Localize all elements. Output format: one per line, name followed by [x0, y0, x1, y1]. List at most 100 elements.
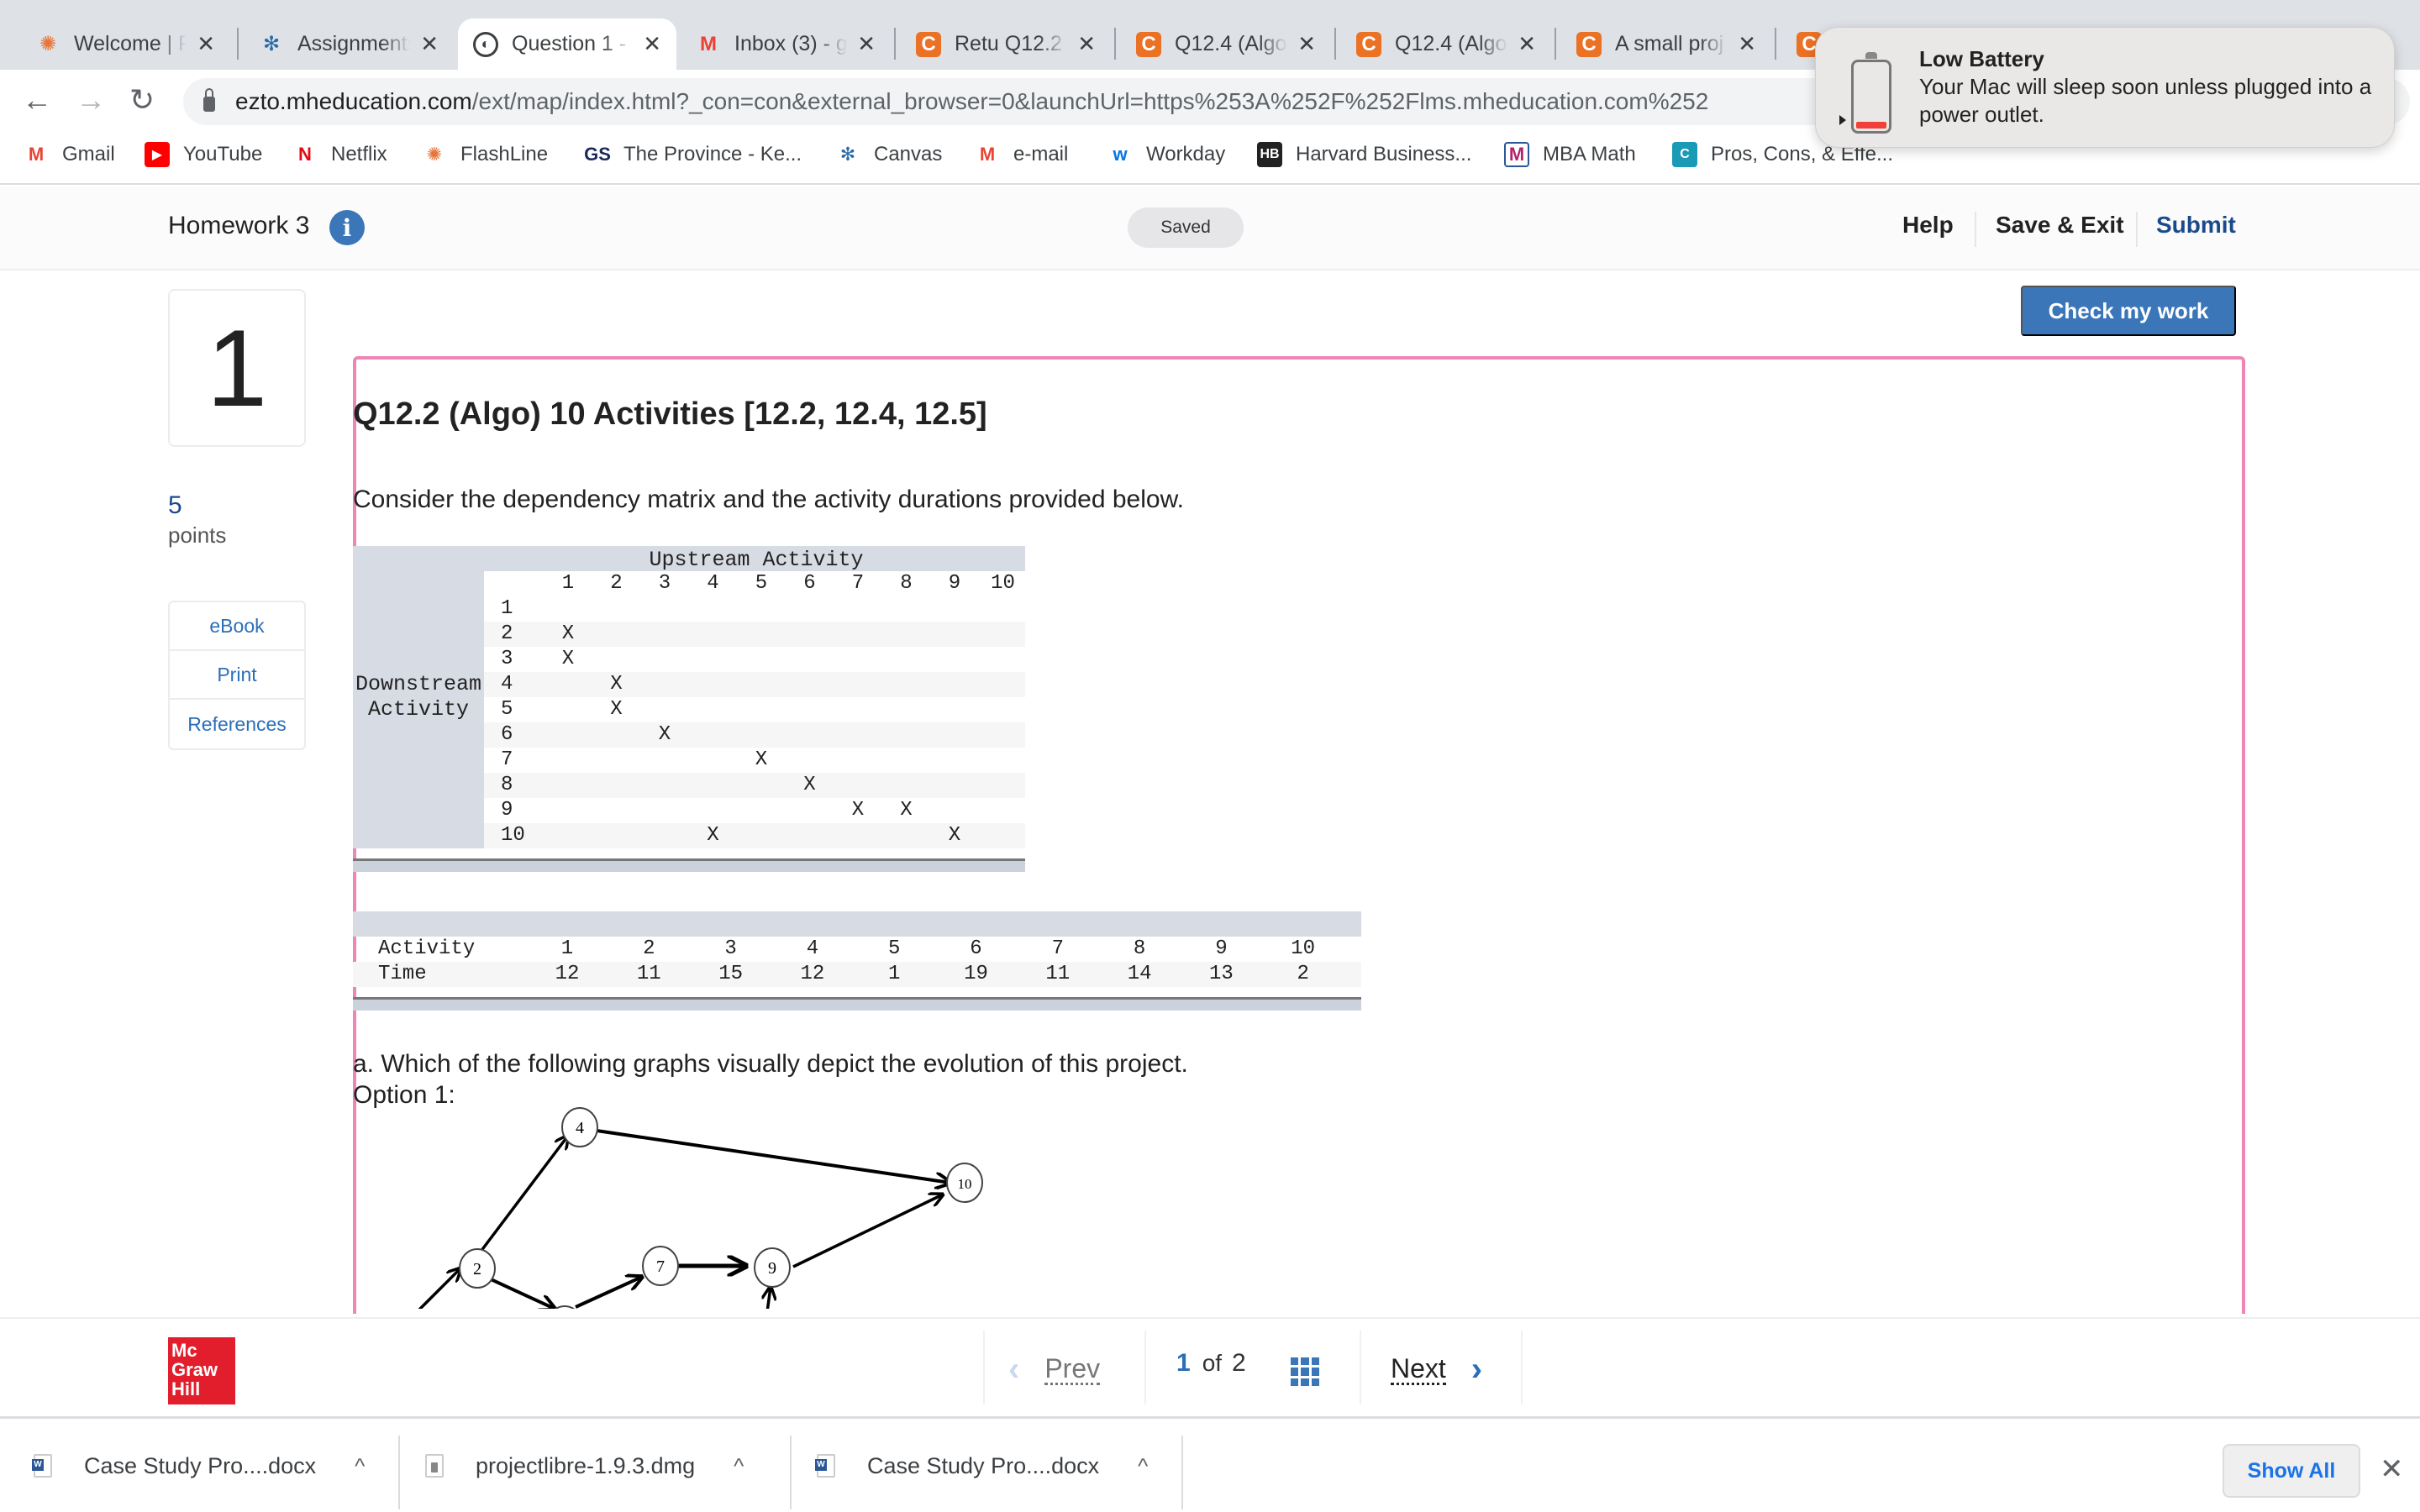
bookmark-label: Netflix	[331, 143, 387, 165]
downstream-label-line2: Activity	[367, 697, 470, 722]
close-tab-icon[interactable]: ✕	[857, 31, 876, 57]
edge-in-9	[767, 1287, 771, 1309]
matrix-dependency-mark: X	[948, 824, 961, 847]
browser-tab[interactable]: ◐ Question 1 - ✕	[458, 18, 676, 70]
check-my-work-button[interactable]: Check my work	[2021, 286, 2236, 336]
bookmark-item[interactable]: GS The Province - Ke...	[584, 142, 802, 167]
matrix-row: 5X	[484, 697, 1025, 722]
graph-node-7: 7	[642, 1246, 679, 1286]
browser-tab[interactable]: C Q12.4 (Algo ✕	[1121, 18, 1331, 70]
save-exit-link[interactable]: Save & Exit	[1996, 212, 2124, 239]
ebook-button[interactable]: eBook	[170, 602, 304, 651]
next-button[interactable]: Next ›	[1391, 1351, 1482, 1389]
close-tab-icon[interactable]: ✕	[197, 31, 215, 57]
help-link[interactable]: Help	[1902, 212, 1954, 239]
bookmark-item[interactable]: Me-mail	[975, 142, 1069, 167]
pagination-divider	[1144, 1331, 1146, 1404]
activity-time-cell: 15	[718, 963, 743, 985]
browser-tab[interactable]: C Retu Q12.2 ✕	[901, 18, 1111, 70]
word-file-icon	[32, 1454, 52, 1478]
matrix-dependency-mark: X	[610, 673, 623, 696]
url-host: ezto.mheducation.com	[235, 88, 472, 114]
question-grid-icon[interactable]	[1291, 1357, 1319, 1386]
assignment-header: Homework 3 i Saved Help Save & Exit Subm…	[0, 186, 2420, 270]
matrix-row: 7X	[484, 748, 1025, 773]
show-all-downloads-button[interactable]: Show All	[2223, 1444, 2360, 1498]
bookmark-label: MBA Math	[1543, 143, 1636, 165]
word-file-icon	[815, 1454, 835, 1478]
activity-time-cell: 19	[964, 963, 988, 985]
close-tab-icon[interactable]: ✕	[420, 31, 439, 57]
download-item[interactable]: Case Study Pro....docx ^	[32, 1434, 365, 1498]
bookmark-item[interactable]: M Gmail	[24, 142, 115, 167]
matrix-dependency-mark: X	[610, 698, 623, 721]
matrix-dependency-mark: X	[658, 723, 671, 746]
bookmark-item[interactable]: ✻ Canvas	[835, 142, 943, 167]
next-label: Next	[1391, 1353, 1446, 1385]
tab-title: Retu Q12.2	[955, 32, 1062, 55]
browser-tab[interactable]: M Inbox (3) - g ✕	[681, 18, 891, 70]
matrix-column-header: 9	[948, 572, 961, 595]
bookmark-item[interactable]: ▶ YouTube	[145, 142, 262, 167]
mcgraw-hill-logo: Mc Graw Hill	[168, 1337, 235, 1404]
assignment-footer: Mc Graw Hill ‹ Prev 1 of 2 Next ›	[0, 1317, 2420, 1416]
close-tab-icon[interactable]: ✕	[1518, 31, 1536, 57]
reload-icon[interactable]: ↻	[129, 83, 155, 117]
bookmark-item[interactable]: ✺ FlashLine	[422, 142, 548, 167]
browser-tab[interactable]: C Q12.4 (Algo ✕	[1341, 18, 1551, 70]
browser-tab[interactable]: ✺ Welcome | FlashLine ✕	[20, 18, 230, 70]
close-tab-icon[interactable]: ✕	[1738, 31, 1756, 57]
chevron-up-icon[interactable]: ^	[355, 1453, 365, 1479]
close-tab-icon[interactable]: ✕	[643, 31, 661, 57]
bookmark-item[interactable]: N Netflix	[292, 142, 387, 167]
matrix-row-label: 1	[501, 597, 513, 620]
bookmark-item[interactable]: w Workday	[1107, 142, 1225, 167]
svg-text:7: 7	[656, 1257, 665, 1276]
matrix-column-header: 2	[610, 572, 623, 595]
low-battery-notification[interactable]: Low Battery Your Mac will sleep soon unl…	[1815, 27, 2395, 148]
close-tab-icon[interactable]: ✕	[1297, 31, 1316, 57]
time-row-label: Time	[378, 963, 427, 985]
globe-icon: ◐	[473, 31, 498, 57]
info-icon[interactable]: i	[329, 210, 365, 245]
forward-arrow-icon[interactable]: →	[76, 83, 106, 117]
bookmark-label: Gmail	[62, 143, 115, 165]
print-button[interactable]: Print	[170, 651, 304, 700]
chevron-up-icon[interactable]: ^	[1138, 1453, 1148, 1479]
current-page: 1	[1176, 1349, 1191, 1377]
edge-9-10	[792, 1194, 943, 1268]
edge-2-x	[488, 1277, 555, 1309]
back-arrow-icon[interactable]: ←	[22, 83, 52, 117]
close-tab-icon[interactable]: ✕	[1077, 31, 1096, 57]
download-item[interactable]: projectlibre-1.9.3.dmg ^	[425, 1434, 744, 1498]
activity-row: Activity 1 2 3 4 5 6 7 8 9 10	[353, 937, 1361, 962]
submit-link[interactable]: Submit	[2156, 212, 2236, 239]
browser-tab[interactable]: ✻ Assignments ✕	[244, 18, 454, 70]
prev-button[interactable]: ‹ Prev	[1008, 1351, 1101, 1389]
chevron-up-icon[interactable]: ^	[734, 1453, 744, 1479]
points-value: 5	[168, 491, 182, 519]
notification-body: Your Mac will sleep soon unless plugged …	[1919, 74, 2372, 127]
youtube-icon: ▶	[145, 142, 170, 167]
total-pages: 2	[1232, 1349, 1246, 1377]
tab-title: Inbox (3) - g	[734, 32, 848, 55]
pagination-divider	[1521, 1331, 1523, 1404]
edge-x-7	[575, 1277, 642, 1309]
notification-title: Low Battery	[1919, 46, 2044, 71]
references-button[interactable]: References	[170, 700, 304, 748]
download-item[interactable]: Case Study Pro....docx ^	[815, 1434, 1148, 1498]
prev-label: Prev	[1044, 1353, 1101, 1385]
browser-tab[interactable]: C A small proj ✕	[1561, 18, 1771, 70]
matrix-row-label: 2	[501, 622, 513, 645]
bookmark-item[interactable]: M MBA Math	[1504, 142, 1636, 167]
download-divider	[790, 1436, 792, 1509]
activity-number-cell: 2	[643, 937, 655, 960]
flashline-icon: ✺	[426, 144, 443, 165]
activity-time-cell: 12	[800, 963, 825, 985]
tab-title: Question 1 -	[512, 32, 627, 55]
bookmark-item[interactable]: HB Harvard Business...	[1257, 142, 1471, 167]
matrix-row: 1	[484, 596, 1025, 622]
matrix-row: 2X	[484, 622, 1025, 647]
close-downloads-icon[interactable]: ✕	[2380, 1452, 2404, 1486]
workday-icon: w	[1113, 144, 1128, 165]
